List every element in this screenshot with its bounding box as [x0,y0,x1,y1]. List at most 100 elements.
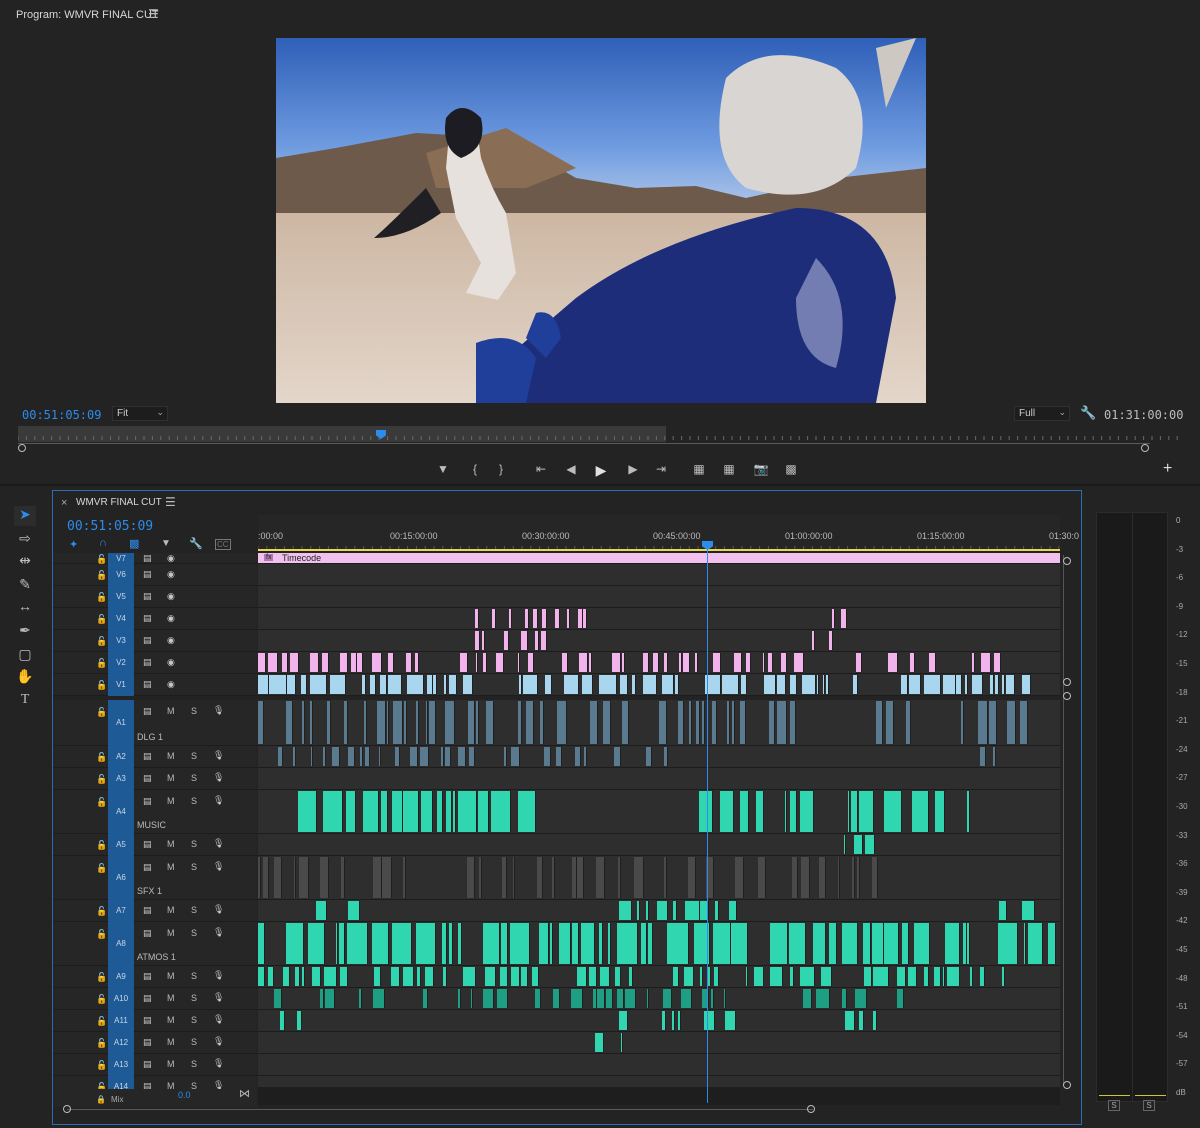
program-time-ruler[interactable] [18,426,1182,442]
video-track-lane[interactable] [258,564,1060,586]
clip[interactable] [363,791,379,832]
clip[interactable] [842,923,858,964]
clip[interactable] [763,675,777,694]
clip[interactable] [326,701,331,744]
clip[interactable] [944,923,961,964]
clip[interactable] [723,989,727,1008]
sync-lock-icon[interactable]: ▤ [143,569,152,580]
clip[interactable] [755,791,765,832]
clip[interactable] [731,923,749,964]
lock-icon[interactable]: 🔓 [96,1060,107,1071]
clip[interactable] [421,791,433,832]
clip[interactable] [884,923,900,964]
clip[interactable] [728,901,738,920]
clip[interactable] [847,791,850,832]
clip[interactable] [1021,675,1032,694]
clip[interactable] [423,989,429,1008]
clip[interactable] [600,967,610,986]
clip[interactable] [558,923,571,964]
clip[interactable] [618,1011,629,1030]
lock-icon[interactable]: 🔓 [96,1016,107,1027]
mark-out-icon[interactable]: } [492,462,510,476]
hand-tool-icon[interactable]: ✋ [14,668,36,688]
clip[interactable] [433,675,438,694]
clip[interactable] [501,923,509,964]
clip[interactable] [350,653,357,672]
clip[interactable] [641,923,647,964]
clip[interactable] [564,675,580,694]
timeline-current-timecode[interactable]: 00:51:05:09 [67,519,153,534]
clip[interactable] [856,653,862,672]
clip[interactable] [977,701,989,744]
clip[interactable] [459,653,468,672]
sync-lock-icon[interactable]: ▤ [143,1059,152,1070]
lock-icon[interactable]: 🔒 [96,1095,106,1104]
clip[interactable] [268,653,279,672]
clip[interactable] [851,791,858,832]
scroll-handle[interactable] [1063,678,1071,686]
clip[interactable] [535,989,541,1008]
clip[interactable] [595,857,605,898]
clip[interactable] [712,653,721,672]
track-target-v[interactable]: V6 [108,564,134,586]
clip[interactable] [614,747,621,766]
linked-selection-icon[interactable]: ▩ [129,537,139,550]
track-target-a[interactable]: A8 [108,922,134,966]
clip[interactable] [453,791,456,832]
scroll-handle[interactable] [1063,1081,1071,1089]
clip[interactable] [620,675,628,694]
clip[interactable] [621,653,625,672]
lock-icon[interactable]: 🔓 [96,592,107,603]
track-target-v[interactable]: V1 [108,674,134,696]
clip[interactable] [406,675,424,694]
clip[interactable] [427,675,433,694]
clip[interactable] [678,1011,681,1030]
clip[interactable] [572,923,579,964]
clip[interactable] [1006,675,1016,694]
clip[interactable] [474,609,480,628]
clip[interactable] [816,989,830,1008]
clip[interactable] [992,747,996,766]
clip[interactable] [290,653,299,672]
sync-lock-icon[interactable]: ▤ [143,706,152,717]
mute-button[interactable]: M [167,796,175,806]
clip[interactable] [322,653,330,672]
track-target-v[interactable]: V7 [108,553,134,564]
clip[interactable] [965,675,968,694]
scroll-handle[interactable] [1063,557,1071,565]
clip[interactable] [372,857,382,898]
clip[interactable] [622,701,629,744]
scroll-handle[interactable] [1063,692,1071,700]
clip[interactable] [653,653,660,672]
track-target-a[interactable]: A9 [108,966,134,988]
play-icon[interactable]: ▶ [592,462,610,479]
eye-icon[interactable]: ◉ [167,613,175,624]
clip[interactable] [677,701,684,744]
clip[interactable] [854,989,868,1008]
clip[interactable] [543,747,551,766]
clip[interactable] [885,701,895,744]
clip[interactable] [273,857,282,898]
microphone-icon[interactable]: 🎙 [213,1036,224,1047]
extract-icon[interactable]: ▦ [720,462,738,476]
clip[interactable] [943,967,946,986]
clip[interactable] [682,653,690,672]
clip[interactable] [339,923,346,964]
clip[interactable] [296,1011,303,1030]
sync-lock-icon[interactable]: ▤ [143,1015,152,1026]
sync-lock-icon[interactable]: ▤ [143,679,152,690]
clip[interactable] [769,967,784,986]
clip[interactable] [267,967,274,986]
clip[interactable] [417,967,422,986]
step-back-icon[interactable]: ◀​ [562,462,580,476]
clip[interactable] [533,609,539,628]
clip[interactable] [646,989,649,1008]
lift-icon[interactable]: ▦ [690,462,708,476]
clip[interactable] [841,609,847,628]
clip[interactable] [258,967,266,986]
clip[interactable] [643,653,650,672]
clip[interactable] [777,701,787,744]
clip[interactable] [518,701,522,744]
clip[interactable] [358,989,363,1008]
hamburger-menu-icon[interactable]: ☰ [148,7,159,21]
